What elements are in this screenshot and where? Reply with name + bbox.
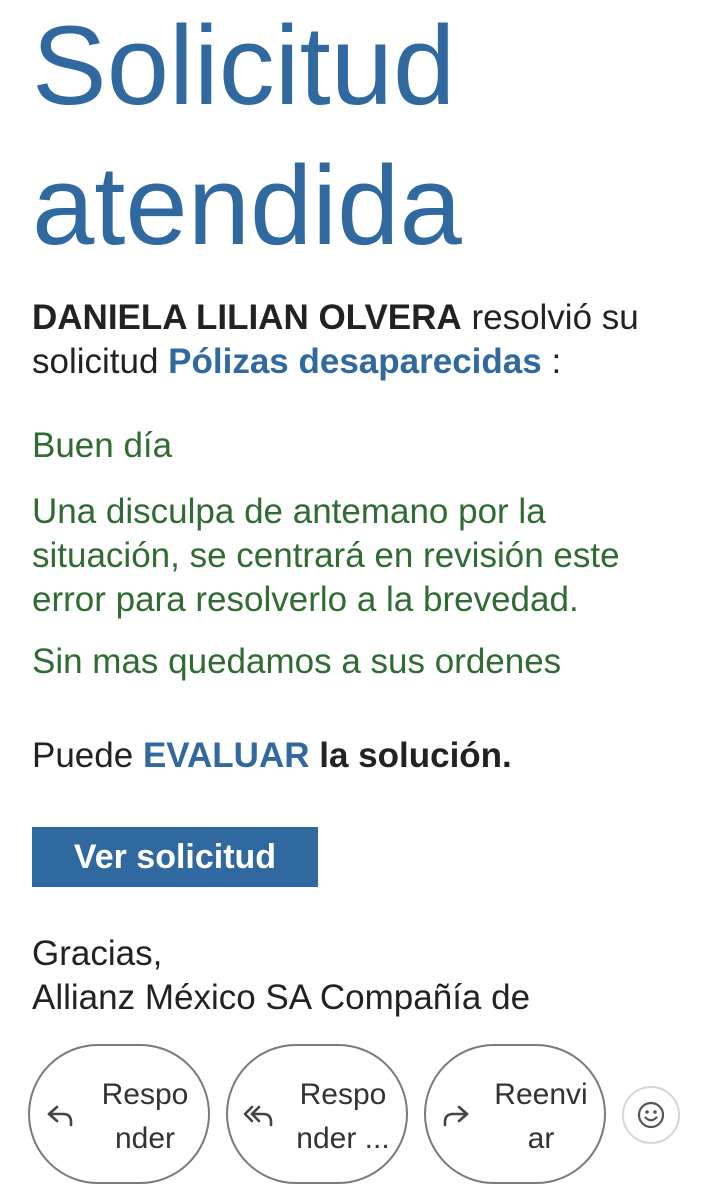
reply-button[interactable]: Respo nder xyxy=(28,1044,210,1184)
message-body: Una disculpa de antemano por la situació… xyxy=(32,492,620,619)
forward-button[interactable]: Reenvi ar xyxy=(424,1044,606,1184)
reply-icon xyxy=(47,1105,73,1127)
evaluate-link[interactable]: EVALUAR xyxy=(143,736,310,775)
emoji-reaction-button[interactable] xyxy=(622,1086,680,1144)
request-subject-link[interactable]: Pólizas desaparecidas xyxy=(168,342,542,381)
forward-label: Reenvi ar xyxy=(486,1073,596,1161)
reply-label: Respo nder xyxy=(90,1073,200,1161)
email-view: Solicitud atendida DANIELA LILIAN OLVERA… xyxy=(0,0,711,1200)
reply-all-label-line-2: nder ... xyxy=(296,1122,390,1155)
email-signoff: Gracias, Allianz México SA Compañía de xyxy=(32,932,692,1018)
email-title: Solicitud atendida xyxy=(32,0,692,276)
agent-name: DANIELA LILIAN OLVERA xyxy=(32,298,462,337)
forward-icon xyxy=(443,1105,469,1127)
reply-all-label-line-1: Respo xyxy=(299,1078,387,1111)
quick-actions-bar: Respo nder Respo nder ... Reenvi ar xyxy=(28,1044,698,1188)
intro-colon: : xyxy=(541,342,562,381)
signoff-thanks: Gracias, xyxy=(32,934,163,973)
message-greeting: Buen día xyxy=(32,426,173,465)
view-request-button[interactable]: Ver solicitud xyxy=(32,827,318,887)
evaluate-line: Puede EVALUAR la solución. xyxy=(32,734,692,778)
forward-label-line-1: Reenvi xyxy=(494,1078,588,1111)
reply-all-icon xyxy=(243,1105,273,1127)
message-closing: Sin mas quedamos a sus ordenes xyxy=(32,642,562,681)
evaluate-prefix: Puede xyxy=(32,736,143,775)
title-line-2: atendida xyxy=(32,143,462,268)
reply-all-button[interactable]: Respo nder ... xyxy=(226,1044,408,1184)
reply-label-line-1: Respo xyxy=(101,1078,189,1111)
reply-all-label: Respo nder ... xyxy=(288,1073,398,1161)
resolution-intro: DANIELA LILIAN OLVERA resolvió su solici… xyxy=(32,296,692,384)
evaluate-suffix: la solución. xyxy=(309,736,512,775)
reply-label-line-2: nder xyxy=(114,1122,176,1155)
forward-label-line-2: ar xyxy=(527,1122,555,1155)
title-line-1: Solicitud xyxy=(32,3,456,128)
emoji-icon xyxy=(637,1101,665,1129)
signoff-company: Allianz México SA Compañía de xyxy=(32,978,531,1017)
